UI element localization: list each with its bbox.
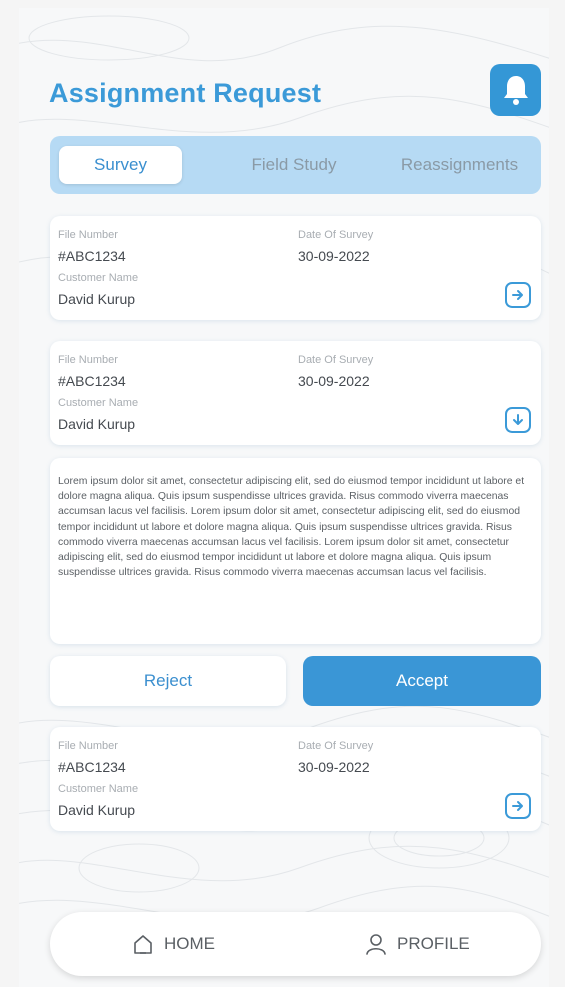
survey-date-label: Date Of Survey	[298, 354, 374, 366]
notification-button[interactable]	[490, 64, 541, 116]
tab-field-study[interactable]: Field Study	[224, 146, 364, 184]
file-number-value: #ABC1234	[58, 248, 126, 264]
assignment-card[interactable]: File Number #ABC1234 Date Of Survey 30-0…	[50, 727, 541, 831]
customer-name-value: David Kurup	[58, 291, 136, 307]
nav-profile-label: PROFILE	[397, 934, 470, 953]
arrow-right-icon	[512, 290, 523, 300]
tab-survey[interactable]: Survey	[59, 146, 182, 184]
page-title: Assignment Request	[49, 78, 322, 108]
nav-profile[interactable]: PROFILE	[365, 912, 470, 976]
file-number-label: File Number	[58, 740, 118, 752]
open-card-button[interactable]	[505, 282, 531, 308]
collapse-card-button[interactable]	[505, 407, 531, 433]
home-icon	[134, 935, 152, 954]
survey-date-label: Date Of Survey	[298, 740, 374, 752]
file-number-value: #ABC1234	[58, 373, 126, 389]
app-screen: Assignment Request Survey Field Study Re…	[19, 8, 549, 987]
assignment-card[interactable]: File Number #ABC1234 Date Of Survey 30-0…	[50, 341, 541, 445]
customer-name-label: Customer Name	[58, 783, 139, 795]
customer-name-value: David Kurup	[58, 416, 136, 432]
file-number-value: #ABC1234	[58, 759, 126, 775]
survey-date-value: 30-09-2022	[298, 373, 370, 389]
assignment-details: Lorem ipsum dolor sit amet, consectetur …	[50, 458, 541, 644]
bottom-navigation: HOME PROFILE	[50, 912, 541, 976]
assignment-card[interactable]: File Number #ABC1234 Date Of Survey 30-0…	[50, 216, 541, 320]
arrow-right-icon	[512, 801, 523, 811]
survey-date-label: Date Of Survey	[298, 229, 374, 241]
file-number-label: File Number	[58, 229, 118, 241]
survey-date-value: 30-09-2022	[298, 248, 370, 264]
reject-button[interactable]: Reject	[50, 656, 286, 706]
arrow-down-icon	[513, 414, 523, 425]
open-card-button[interactable]	[505, 793, 531, 819]
file-number-label: File Number	[58, 354, 118, 366]
customer-name-label: Customer Name	[58, 397, 139, 409]
customer-name-label: Customer Name	[58, 272, 139, 284]
details-text: Lorem ipsum dolor sit amet, consectetur …	[58, 476, 525, 579]
nav-home-label: HOME	[164, 934, 215, 953]
accept-button[interactable]: Accept	[303, 656, 541, 706]
tab-bar: Survey Field Study Reassignments	[50, 136, 541, 194]
user-icon	[366, 934, 386, 955]
bell-icon	[503, 76, 528, 105]
customer-name-value: David Kurup	[58, 802, 136, 818]
survey-date-value: 30-09-2022	[298, 759, 370, 775]
nav-home[interactable]: HOME	[132, 912, 215, 976]
tab-reassignments[interactable]: Reassignments	[382, 146, 537, 184]
